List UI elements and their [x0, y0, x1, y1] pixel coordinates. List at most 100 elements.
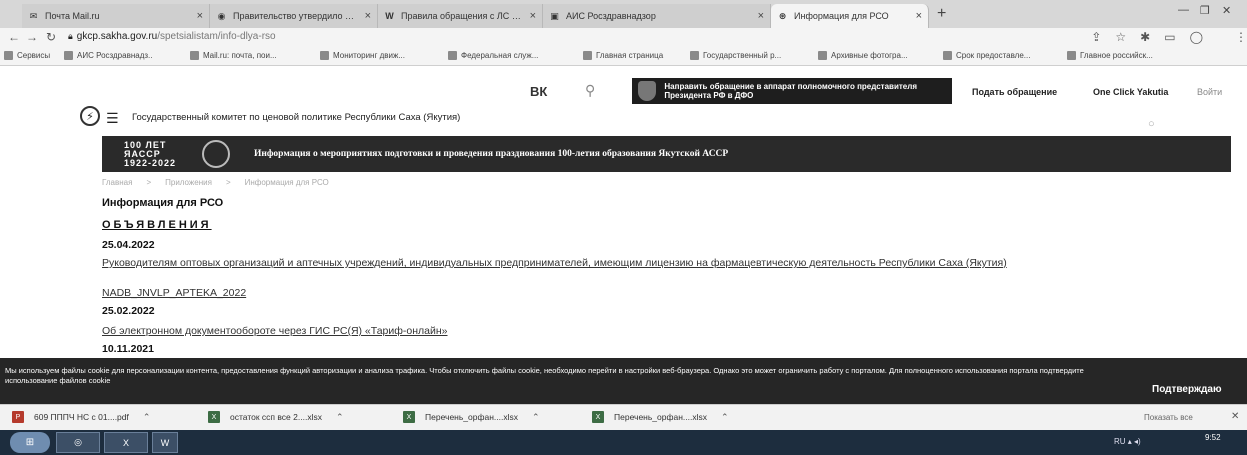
bookmark-item[interactable]: Государственный р...	[690, 51, 781, 60]
download-filename: Перечень_орфан....xlsx	[614, 412, 707, 422]
download-filename: остаток ссп все 2....xlsx	[230, 412, 322, 422]
coat-of-arms-icon	[638, 81, 657, 101]
mail-icon	[190, 51, 199, 60]
anniversary-seal-icon	[202, 140, 230, 168]
bookmark-label: АИС Росздравнадз..	[77, 51, 153, 60]
bookmark-item[interactable]: Mail.ru: почта, пои...	[190, 51, 277, 60]
download-item[interactable]: X Перечень_орфан....xlsx ⌃	[403, 411, 540, 423]
close-icon[interactable]: ×	[197, 10, 203, 22]
login-link[interactable]: Войти	[1197, 87, 1222, 97]
bookmark-item[interactable]: Срок предоставле...	[943, 51, 1030, 60]
window-icon[interactable]: ▭	[1164, 30, 1189, 44]
maximize-icon[interactable]: ❐	[1200, 4, 1210, 17]
hamburger-menu-icon[interactable]: ☰	[106, 110, 119, 127]
odnoklassniki-icon[interactable]: ⚲	[585, 82, 595, 99]
anniversary-banner[interactable]: 100 ЛЕТ ЯАССР 1922-2022 Информация о мер…	[102, 136, 1231, 172]
close-window-icon[interactable]: ✕	[1222, 4, 1231, 17]
one-click-yakutia-link[interactable]: One Click Yakutia	[1093, 87, 1168, 97]
chevron-up-icon[interactable]: ⌃	[143, 412, 151, 423]
document-link[interactable]: Руководителям оптовых организаций и апте…	[102, 257, 1212, 270]
excel-file-icon: X	[592, 411, 604, 423]
tab-ais[interactable]: ▣ АИС Росздравнадзор ×	[543, 4, 771, 28]
chevron-up-icon[interactable]: ⌃	[336, 412, 344, 423]
bookmark-item[interactable]: Мониторинг движ...	[320, 51, 405, 60]
submit-appeal-link[interactable]: Подать обращение	[972, 87, 1057, 97]
document-link[interactable]: NADB_JNVLP_APTEKA_2022	[102, 287, 246, 300]
bookmark-label: Mail.ru: почта, пои...	[203, 51, 277, 60]
tab-label: Информация для РСО	[794, 11, 889, 21]
minimize-icon[interactable]: —	[1178, 4, 1189, 16]
browser-tab-strip: ✉ Почта Mail.ru × ◉ Правительство утверд…	[0, 0, 1247, 28]
vk-icon[interactable]: ВК	[530, 84, 547, 99]
anniversary-logo-line: 1922-2022	[124, 157, 177, 168]
breadcrumb: Главная > Приложения > Информация для РС…	[102, 178, 329, 187]
share-icon[interactable]: ⇪	[1091, 30, 1115, 44]
bookmark-item[interactable]: Федеральная служ...	[448, 51, 538, 60]
menu-dots-icon[interactable]: ⋮	[1235, 30, 1247, 44]
system-tray[interactable]: RU ▴ ◂)	[1114, 437, 1141, 446]
federal-service-icon	[448, 51, 457, 60]
clock[interactable]: 9:52	[1205, 433, 1221, 442]
language-indicator[interactable]: RU	[1114, 437, 1126, 446]
appeal-banner[interactable]: Направить обращение в аппарат полномочно…	[632, 78, 952, 104]
state-registry-icon	[690, 51, 699, 60]
wiki-icon: W	[385, 11, 394, 21]
tab-label: АИС Росздравнадзор	[566, 11, 656, 21]
tab-mail[interactable]: ✉ Почта Mail.ru ×	[22, 4, 210, 28]
close-icon[interactable]: ×	[916, 10, 922, 22]
close-icon[interactable]: ×	[365, 10, 371, 22]
breadcrumb-item: Информация для РСО	[244, 178, 329, 187]
gov-icon: ◉	[217, 10, 226, 21]
chrome-taskbar-icon[interactable]: ◎	[56, 432, 100, 453]
tab-government[interactable]: ◉ Правительство утвердило нов ×	[210, 4, 378, 28]
deadline-icon	[943, 51, 952, 60]
ais-icon	[64, 51, 73, 60]
breadcrumb-item[interactable]: Приложения	[165, 178, 212, 187]
bookmark-label: Главное российск...	[1080, 51, 1153, 60]
star-icon[interactable]: ☆	[1115, 30, 1140, 44]
tab-info-rso[interactable]: ⊛ Информация для РСО ×	[771, 4, 929, 28]
document-link[interactable]: Об электронном документообороте через ГИ…	[102, 325, 448, 338]
bookmark-item[interactable]: Главное российск...	[1067, 51, 1153, 60]
word-taskbar-icon[interactable]: W	[152, 432, 178, 453]
bookmark-item[interactable]: Архивные фотогра...	[818, 51, 908, 60]
site-logo[interactable]: ⚡	[80, 106, 100, 126]
excel-file-icon: X	[403, 411, 415, 423]
search-icon[interactable]: ○	[1148, 118, 1155, 130]
download-item[interactable]: X остаток ссп все 2....xlsx ⌃	[208, 411, 344, 423]
chevron-up-icon[interactable]: ⌃	[721, 412, 729, 423]
chevron-up-icon[interactable]: ⌃	[532, 412, 540, 423]
download-item[interactable]: P 609 ПППЧ НС с 01....pdf ⌃	[12, 411, 150, 423]
anniversary-logo: 100 ЛЕТ ЯАССР 1922-2022	[124, 140, 196, 168]
show-all-downloads-button[interactable]: Показать все	[1144, 413, 1193, 422]
ais-icon: ▣	[550, 10, 559, 21]
address-bar: ← → ↻ 🔒︎ gkcp.sakha.gov.ru/spetsialistam/…	[0, 28, 1247, 48]
close-icon[interactable]: ✕	[1231, 411, 1239, 422]
download-filename: Перечень_орфан....xlsx	[425, 412, 518, 422]
section-heading: ОБЪЯВЛЕНИЯ	[102, 219, 212, 231]
reload-icon[interactable]: ↻	[46, 30, 56, 44]
download-item[interactable]: X Перечень_орфан....xlsx ⌃	[592, 411, 729, 423]
start-orb-icon[interactable]: ⊞	[10, 432, 50, 453]
mail-icon: ✉	[29, 10, 38, 21]
close-icon[interactable]: ×	[758, 10, 764, 22]
bookmark-label: Сервисы	[17, 51, 51, 60]
forward-arrow-icon[interactable]: →	[26, 30, 38, 44]
bookmark-item[interactable]: Главная страница	[583, 51, 663, 60]
bookmark-item[interactable]: АИС Росздравнадз..	[64, 51, 152, 60]
cookie-accept-button[interactable]: Подтверждаю	[1152, 384, 1222, 395]
excel-taskbar-icon[interactable]: X	[104, 432, 148, 453]
bookmark-item[interactable]: Сервисы	[4, 51, 50, 60]
address-bar-actions: ⇪☆✱▭◯	[1091, 30, 1217, 44]
extensions-icon[interactable]: ✱	[1140, 30, 1164, 44]
breadcrumb-item[interactable]: Главная	[102, 178, 132, 187]
close-icon[interactable]: ×	[530, 10, 536, 22]
new-tab-plus-icon[interactable]: +	[937, 5, 946, 23]
excel-file-icon: X	[208, 411, 220, 423]
cookie-banner: Мы используем файлы cookie для персонали…	[0, 358, 1247, 404]
tab-wiki[interactable]: W Правила обращения с ЛС и П ×	[378, 4, 543, 28]
back-arrow-icon[interactable]: ←	[8, 30, 20, 44]
profile-icon[interactable]: ◯	[1190, 30, 1217, 44]
bookmark-label: Архивные фотогра...	[831, 51, 908, 60]
url-field[interactable]: 🔒︎ gkcp.sakha.gov.ru/spetsialistam/info-d…	[68, 31, 276, 42]
